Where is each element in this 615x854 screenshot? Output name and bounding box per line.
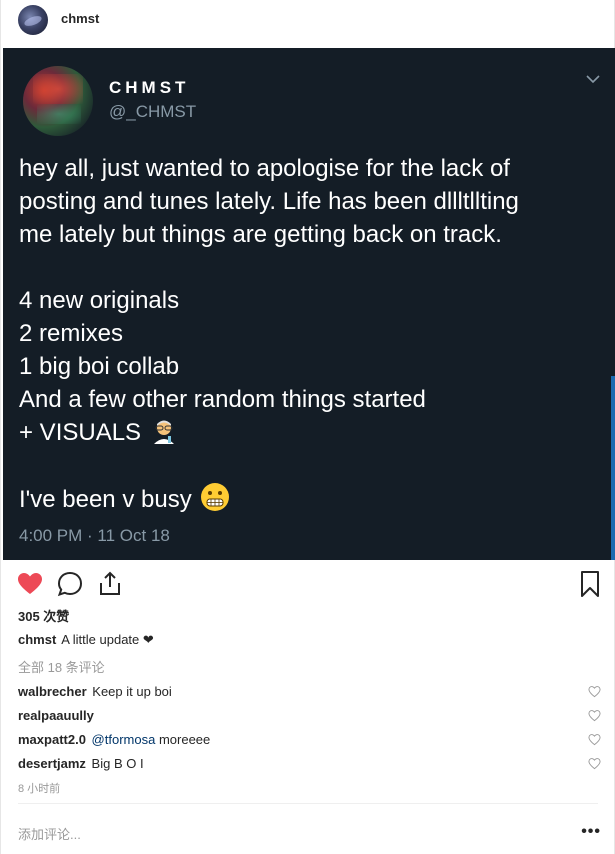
more-options-button[interactable]: ••• bbox=[581, 823, 601, 841]
comment-bubble-icon[interactable] bbox=[56, 570, 84, 598]
tweet-line: And a few other random things started bbox=[19, 386, 426, 413]
comment-username[interactable]: realpaauully bbox=[18, 708, 94, 723]
like-count[interactable]: 305 次赞 bbox=[18, 606, 69, 625]
tweet-visuals-text: + VISUALS bbox=[19, 419, 142, 446]
comment-username[interactable]: desertjamz bbox=[18, 756, 86, 771]
comment-text: moreeee bbox=[158, 732, 211, 747]
header-username[interactable]: chmst bbox=[61, 11, 99, 26]
comment-mention[interactable]: @tformosa bbox=[92, 732, 156, 747]
caption-text: A little update ❤ bbox=[61, 632, 154, 647]
tweet-busy-text: I've been v busy bbox=[19, 486, 192, 513]
comment-username[interactable]: maxpatt2.0 bbox=[18, 732, 86, 747]
scientist-emoji-icon bbox=[153, 420, 174, 444]
share-icon[interactable] bbox=[96, 570, 124, 598]
add-comment-input[interactable]: 添加评论... bbox=[18, 824, 81, 843]
tweet-avatar bbox=[23, 66, 93, 136]
comment-list: walbrecher Keep it up boi realpaauully m… bbox=[18, 684, 603, 780]
tweet-line-visuals: + VISUALS bbox=[19, 416, 599, 449]
tweet-line: hey all, just wanted to apologise for th… bbox=[19, 155, 510, 182]
heart-outline-icon[interactable] bbox=[588, 757, 601, 770]
comment-item: desertjamz Big B O I bbox=[18, 756, 603, 780]
heart-filled-icon[interactable] bbox=[16, 570, 44, 598]
tweet-line: 2 remixes bbox=[19, 320, 124, 347]
tweet-text: hey all, just wanted to apologise for th… bbox=[19, 152, 599, 516]
bookmark-icon[interactable] bbox=[576, 570, 604, 598]
heart-outline-icon[interactable] bbox=[588, 709, 601, 722]
caption: chmst A little update ❤ bbox=[18, 632, 154, 648]
heart-outline-icon[interactable] bbox=[588, 685, 601, 698]
comment-username[interactable]: walbrecher bbox=[18, 684, 87, 699]
view-all-comments-link[interactable]: 全部 18 条评论 bbox=[18, 657, 105, 676]
tweet-line-busy: I've been v busy bbox=[19, 482, 599, 516]
avatar[interactable] bbox=[18, 5, 48, 35]
comment-item: realpaauully bbox=[18, 708, 603, 732]
image-scrollbar bbox=[611, 376, 615, 560]
post-header: chmst bbox=[0, 0, 615, 47]
tweet-line: posting and tunes lately. Life has been … bbox=[19, 188, 519, 215]
tweet-line: 1 big boi collab bbox=[19, 353, 180, 380]
tweet-line: 4 new originals bbox=[19, 287, 180, 314]
comment-text: Keep it up boi bbox=[92, 684, 172, 699]
caption-username[interactable]: chmst bbox=[18, 632, 56, 647]
action-bar bbox=[0, 570, 615, 602]
heart-outline-icon[interactable] bbox=[588, 733, 601, 746]
comment-text: Big B O I bbox=[91, 756, 144, 771]
tweet-display-name: CHMST bbox=[109, 78, 190, 97]
chevron-down-icon bbox=[586, 75, 600, 84]
tweet-handle: @_CHMST bbox=[109, 102, 197, 121]
divider bbox=[18, 803, 598, 804]
tweet-line: me lately but things are getting back on… bbox=[19, 221, 502, 248]
post-time-ago[interactable]: 8 小时前 bbox=[18, 780, 60, 796]
grimacing-emoji-icon bbox=[201, 483, 230, 511]
tweet-timestamp: 4:00 PM · 11 Oct 18 bbox=[19, 526, 170, 545]
comment-item: walbrecher Keep it up boi bbox=[18, 684, 603, 708]
post-image-tweet: CHMST @_CHMST hey all, just wanted to ap… bbox=[3, 48, 615, 560]
comment-item: maxpatt2.0 @tformosa moreeee bbox=[18, 732, 603, 756]
